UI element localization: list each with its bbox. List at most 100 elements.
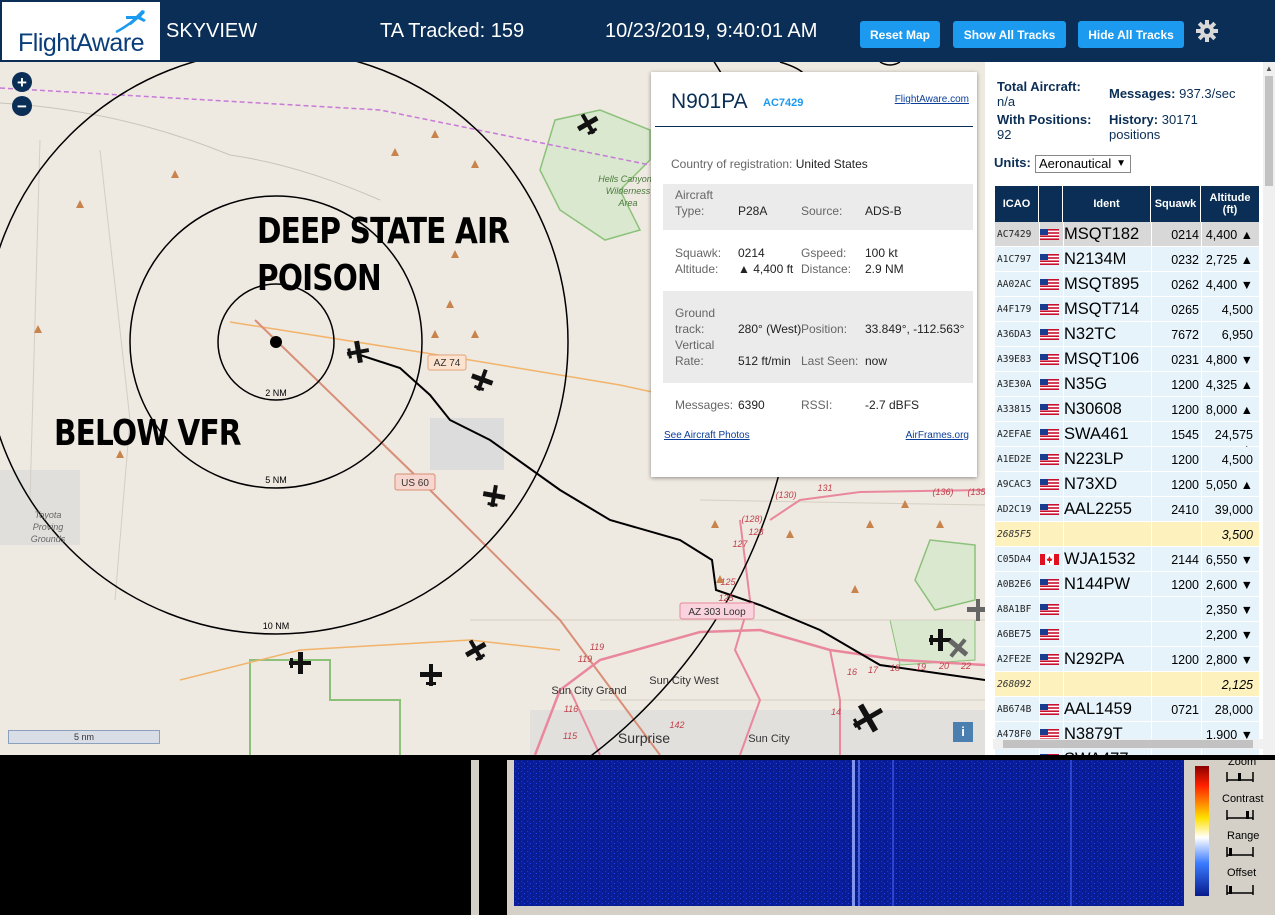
cell-icao: AB674B <box>997 704 1032 715</box>
svg-text:127: 127 <box>732 539 748 549</box>
table-row[interactable]: A6BE75 2,200 ▼ <box>995 622 1259 647</box>
flightaware-logo[interactable]: FlightAware <box>2 2 160 60</box>
cell-ident: AAL1459 <box>1064 700 1132 718</box>
history-value: 30171 <box>1161 112 1198 127</box>
reset-map-button[interactable]: Reset Map <box>860 21 940 48</box>
svg-text:19: 19 <box>916 662 926 672</box>
svg-text:20: 20 <box>938 661 949 671</box>
cell-altitude: 6,550 ▼ <box>1205 553 1253 567</box>
history-label: History: <box>1109 112 1159 127</box>
table-row[interactable]: 268092 2,125 <box>995 672 1259 697</box>
table-row[interactable]: A3E30A N35G 1200 4,325 ▲ <box>995 372 1259 397</box>
aircraft-list-panel: Total Aircraft: n/a Messages: 937.3/sec … <box>985 62 1275 755</box>
range-slider[interactable] <box>1226 847 1254 857</box>
overlay-caption-below-vfr: BELOW VFR <box>54 413 242 454</box>
table-row[interactable]: 2685F5 3,500 <box>995 522 1259 547</box>
cell-icao: 268092 <box>997 679 1032 690</box>
table-row[interactable]: A0B2E6 N144PW 1200 2,600 ▼ <box>995 572 1259 597</box>
vertical-scrollbar[interactable]: ▲ <box>1263 62 1275 755</box>
cell-squawk: 0214 <box>1171 228 1199 242</box>
gspeed-value: 100 kt <box>865 246 898 260</box>
cell-squawk: 7672 <box>1171 328 1199 342</box>
cell-ident: AAL2255 <box>1064 500 1132 518</box>
table-row[interactable]: A1C797 N2134M 0232 2,725 ▲ <box>995 247 1259 272</box>
cell-altitude: 8,000 ▲ <box>1205 403 1253 417</box>
units-select[interactable]: Aeronautical ▼ <box>1035 155 1131 173</box>
flightaware-link[interactable]: FlightAware.com <box>895 94 969 105</box>
cell-icao: A1ED2E <box>997 454 1032 465</box>
place-label: Surprise <box>618 730 670 746</box>
contrast-slider[interactable] <box>1226 810 1254 820</box>
plane-logo-icon <box>115 10 146 34</box>
table-row[interactable]: A8A1BF 2,350 ▼ <box>995 597 1259 622</box>
place-label: Grounds <box>31 534 66 544</box>
us-flag-icon <box>1040 329 1059 340</box>
table-row[interactable]: A2FE2E N292PA 1200 2,800 ▼ <box>995 647 1259 672</box>
column-header-ident[interactable]: Ident <box>1063 186 1151 222</box>
cell-altitude: 4,500 <box>1221 453 1253 467</box>
table-row[interactable]: A1ED2E N223LP 1200 4,500 <box>995 447 1259 472</box>
table-row[interactable]: A9CAC3 N73XD 1200 5,050 ▲ <box>995 472 1259 497</box>
offset-control-label: Offset <box>1227 867 1257 879</box>
zoom-out-button[interactable]: − <box>12 96 32 116</box>
table-row[interactable]: C05DA4 WJA1532 2144 6,550 ▼ <box>995 547 1259 572</box>
aircraft-details-popup: N901PA AC7429 FlightAware.com Country of… <box>651 72 977 477</box>
offset-slider[interactable] <box>1226 885 1254 895</box>
hide-all-tracks-button[interactable]: Hide All Tracks <box>1078 21 1184 48</box>
cell-ident: N2134M <box>1064 250 1127 268</box>
show-all-tracks-button[interactable]: Show All Tracks <box>953 21 1066 48</box>
us-flag-icon <box>1040 504 1059 515</box>
column-header-icao[interactable]: ICAO <box>995 186 1039 222</box>
column-header-altitude[interactable]: Altitude (ft) <box>1201 186 1259 222</box>
table-row[interactable]: A4F179 MSQT714 0265 4,500 <box>995 297 1259 322</box>
svg-text:125: 125 <box>720 577 736 587</box>
column-header-squawk[interactable]: Squawk <box>1151 186 1201 222</box>
svg-text:(136): (136) <box>932 487 953 497</box>
place-label: Wilderness <box>606 186 651 196</box>
cell-squawk: 1200 <box>1171 453 1199 467</box>
svg-text:142: 142 <box>669 720 684 730</box>
table-row[interactable]: AD2C19 AAL2255 2410 39,000 <box>995 497 1259 522</box>
us-flag-icon <box>1040 229 1059 240</box>
zoom-slider[interactable] <box>1226 772 1254 782</box>
source-value: ADS-B <box>865 204 902 218</box>
horizontal-scrollbar[interactable] <box>993 739 1263 749</box>
gear-icon[interactable] <box>1195 19 1219 43</box>
table-row[interactable]: AA02AC MSQT895 0262 4,400 ▼ <box>995 272 1259 297</box>
altitude-value: ▲ 4,400 ft <box>738 262 794 276</box>
svg-text:125: 125 <box>718 593 734 603</box>
messages-section: Messages: 6390 RSSI: -2.7 dBFS <box>663 390 973 420</box>
cell-ident: N30608 <box>1064 400 1122 418</box>
us-flag-icon <box>1040 254 1059 265</box>
place-label: Sun City <box>748 733 790 745</box>
ring-label-2nm: 2 NM <box>265 388 287 398</box>
svg-text:17: 17 <box>868 665 879 675</box>
table-row[interactable]: A33815 N30608 1200 8,000 ▲ <box>995 397 1259 422</box>
zoom-in-button[interactable]: + <box>12 72 32 92</box>
total-aircraft-stat: Total Aircraft: n/a <box>997 79 1081 109</box>
table-row[interactable]: A36DA3 N32TC 7672 6,950 <box>995 322 1259 347</box>
cell-squawk: 0721 <box>1171 703 1199 717</box>
airframes-link[interactable]: AirFrames.org <box>906 430 969 441</box>
table-row[interactable]: A39E83 MSQT106 0231 4,800 ▼ <box>995 347 1259 372</box>
with-positions-label: With Positions: <box>997 112 1092 127</box>
distance-label: Distance: <box>801 262 852 276</box>
cell-altitude: 28,000 <box>1214 703 1253 717</box>
svg-text:115: 115 <box>563 731 578 741</box>
table-row[interactable]: A2EFAESWA461154524,575 ▲ <box>995 422 1259 456</box>
svg-text:(135): (135) <box>967 487 985 497</box>
squawk-value: 0214 <box>738 246 765 260</box>
scrollbar-thumb[interactable] <box>1003 740 1253 748</box>
cell-altitude: 4,325 ▲ <box>1205 378 1253 392</box>
column-header-flag[interactable] <box>1039 186 1063 222</box>
svg-text:(130): (130) <box>775 490 796 500</box>
info-button[interactable]: i <box>953 722 973 742</box>
table-row[interactable]: AB674B AAL1459 0721 28,000 <box>995 697 1259 722</box>
table-row[interactable]: AC7429 MSQT182 0214 4,400 ▲ <box>995 222 1259 247</box>
us-flag-icon <box>1040 704 1059 715</box>
aircraft-photos-link[interactable]: See Aircraft Photos <box>664 430 750 441</box>
units-label: Units: <box>994 155 1031 170</box>
us-flag-icon <box>1040 429 1059 440</box>
aircraft-type-section: Aircraft Type: P28A Source: ADS-B <box>663 184 973 230</box>
scrollbar-thumb[interactable] <box>1265 76 1273 186</box>
